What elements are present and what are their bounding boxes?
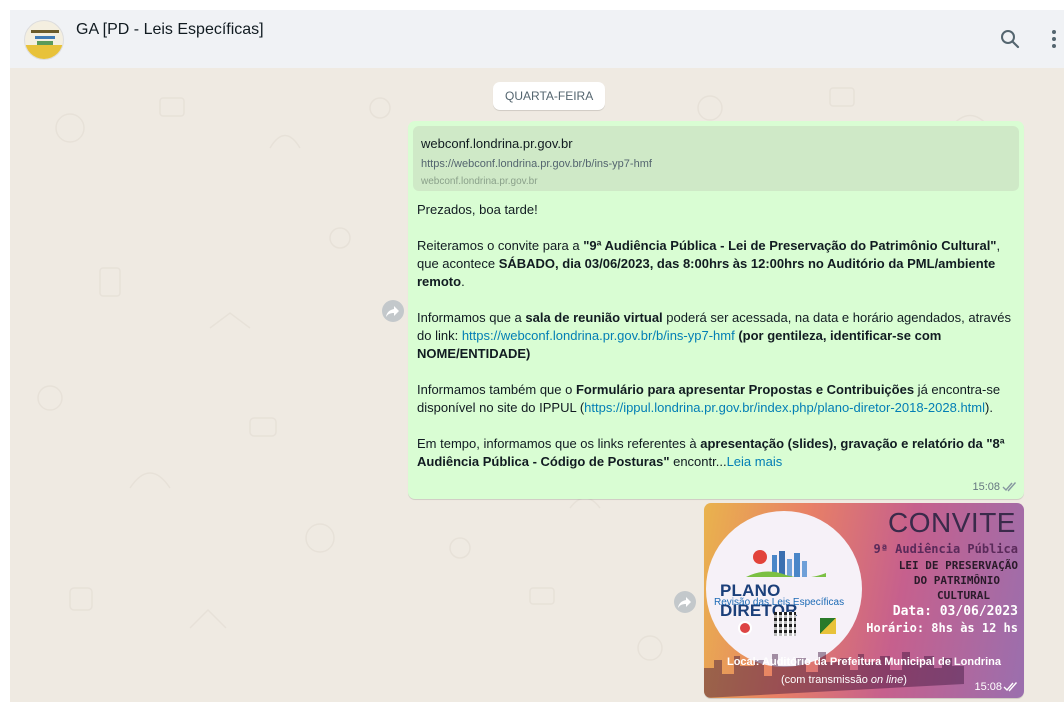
image-message[interactable]: PLANO DIRETOR Revisão das Leis Específic… (704, 503, 1024, 698)
ippul-link[interactable]: https://ippul.londrina.pr.gov.br/index.p… (584, 400, 985, 415)
message-timestamp: 15:08 (972, 481, 1000, 493)
flag-icon (820, 618, 836, 634)
read-receipt-icon (1002, 482, 1017, 492)
link-preview-domain: webconf.londrina.pr.gov.br (421, 136, 573, 151)
read-receipt-icon (1003, 682, 1018, 692)
invite-time: Horário: 8hs às 12 hs (866, 621, 1018, 635)
outgoing-message-bubble[interactable]: webconf.londrina.pr.gov.br https://webco… (408, 121, 1024, 499)
search-icon[interactable] (998, 27, 1022, 51)
group-avatar[interactable] (24, 20, 64, 60)
link-preview-sub: webconf.londrina.pr.gov.br (421, 176, 538, 187)
read-more-link[interactable]: Leia mais (727, 454, 783, 469)
chat-header: GA [PD - Leis Específicas] (10, 10, 1064, 68)
invite-line: CULTURAL (937, 589, 990, 602)
city-skyline-icon (746, 550, 826, 577)
message-timestamp: 15:08 (974, 681, 1002, 693)
forward-icon (678, 597, 691, 608)
link-preview[interactable]: webconf.londrina.pr.gov.br https://webco… (413, 126, 1019, 191)
invite-line: DO PATRIMÔNIO (913, 574, 1000, 587)
message-paragraph: Reiteramos o convite para a "9ª Audiênci… (417, 238, 1001, 289)
message-paragraph: Informamos que a sala de reunião virtual… (417, 310, 1012, 361)
forward-button[interactable] (674, 591, 696, 613)
forward-button[interactable] (382, 300, 404, 322)
invite-location: Local: Auditório da Prefeitura Municipal… (726, 656, 1001, 668)
invite-transmission: (com transmissão on line) (781, 674, 907, 686)
message-paragraph: Informamos também que o Formulário para … (417, 382, 1001, 415)
day-divider: QUARTA-FEIRA (493, 82, 606, 110)
invite-date: Data: 03/06/2023 (892, 604, 1018, 619)
webconf-link[interactable]: https://webconf.londrina.pr.gov.br/b/ins… (462, 328, 735, 343)
chat-title[interactable]: GA [PD - Leis Específicas] (76, 21, 264, 39)
revisao-text: Revisão das Leis Específicas (714, 597, 845, 608)
link-preview-url: https://webconf.londrina.pr.gov.br/b/ins… (421, 158, 652, 170)
invite-line: 9ª Audiência Pública (873, 542, 1019, 556)
kebab-menu-icon[interactable] (1042, 27, 1064, 51)
message-paragraph: Em tempo, informamos que os links refere… (417, 436, 1005, 469)
convite-heading: CONVITE (888, 507, 1016, 538)
forward-icon (386, 306, 399, 317)
message-paragraph: Prezados, boa tarde! (417, 202, 538, 217)
city-seal-icon (738, 621, 752, 635)
message-list[interactable]: QUARTA-FEIRA webconf.londrina.pr.gov.br … (10, 68, 1064, 702)
message-text: Prezados, boa tarde! Reiteramos o convit… (417, 201, 1017, 489)
invite-line: LEI DE PRESERVAÇÃO (898, 559, 1018, 572)
